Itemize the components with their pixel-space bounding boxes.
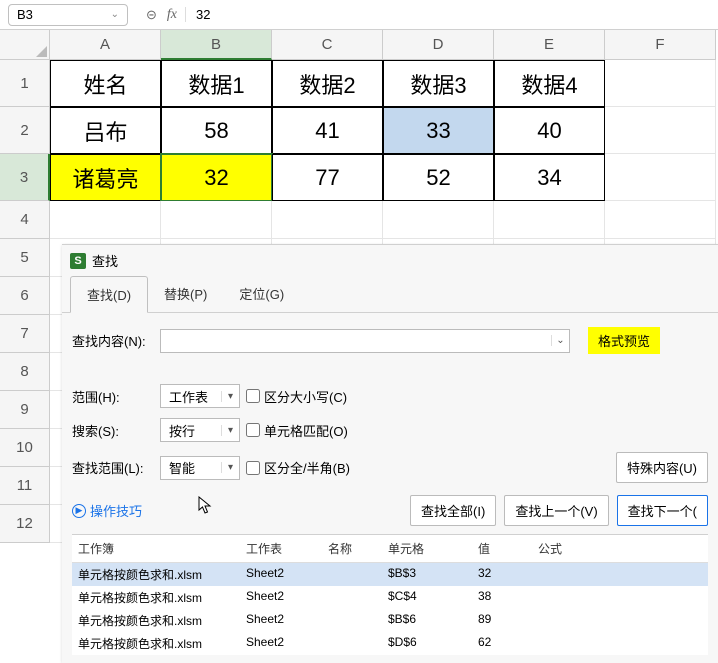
find-dialog: S 查找 查找(D)替换(P)定位(G) 查找内容(N): ⌄ 格式预览 范围(… <box>62 244 718 663</box>
chevron-down-icon: ▾ <box>221 425 239 436</box>
row-header[interactable]: 9 <box>0 391 50 429</box>
row-header[interactable]: 11 <box>0 467 50 505</box>
results-table: 工作簿 工作表 名称 单元格 值 公式 单元格按颜色求和.xlsmSheet2$… <box>72 534 708 655</box>
cell[interactable]: 吕布 <box>50 107 161 154</box>
row-header[interactable]: 7 <box>0 315 50 353</box>
cell-reference: B3 <box>17 7 33 22</box>
select-all-corner[interactable] <box>0 30 50 60</box>
dialog-tab[interactable]: 查找(D) <box>70 276 148 313</box>
cell[interactable]: 40 <box>494 107 605 154</box>
find-content-label: 查找内容(N): <box>72 331 154 350</box>
cell[interactable] <box>605 154 716 201</box>
format-preview[interactable]: 格式预览 <box>588 327 660 354</box>
cell[interactable] <box>605 107 716 154</box>
cell[interactable] <box>494 201 605 239</box>
cell[interactable] <box>383 201 494 239</box>
find-prev-button[interactable]: 查找上一个(V) <box>504 495 608 526</box>
dialog-tab[interactable]: 替换(P) <box>148 276 223 312</box>
lookin-select[interactable]: 智能▾ <box>160 456 240 480</box>
search-label: 搜索(S): <box>72 421 154 440</box>
row-header[interactable]: 12 <box>0 505 50 543</box>
app-icon: S <box>70 253 86 269</box>
cell[interactable]: 77 <box>272 154 383 201</box>
find-content-input[interactable]: ⌄ <box>160 329 570 353</box>
formula-tools: ⊝ fx <box>136 7 177 23</box>
result-row[interactable]: 单元格按颜色求和.xlsmSheet2$C$438 <box>72 586 708 609</box>
cell[interactable] <box>161 201 272 239</box>
result-row[interactable]: 单元格按颜色求和.xlsmSheet2$D$662 <box>72 632 708 655</box>
column-header[interactable]: E <box>494 30 605 60</box>
formula-value[interactable]: 32 <box>185 7 210 22</box>
cell[interactable]: 34 <box>494 154 605 201</box>
cell[interactable]: 33 <box>383 107 494 154</box>
cell[interactable]: 41 <box>272 107 383 154</box>
result-row[interactable]: 单元格按颜色求和.xlsmSheet2$B$689 <box>72 609 708 632</box>
match-case-checkbox[interactable]: 区分大小写(C) <box>246 387 347 406</box>
results-header: 工作簿 工作表 名称 单元格 值 公式 <box>72 535 708 563</box>
find-all-button[interactable]: 查找全部(I) <box>410 495 496 526</box>
row-header[interactable]: 5 <box>0 239 50 277</box>
chevron-down-icon[interactable]: ⌄ <box>111 9 119 20</box>
row-header[interactable]: 3 <box>0 154 50 201</box>
match-width-checkbox[interactable]: 区分全/半角(B) <box>246 458 350 477</box>
tips-link[interactable]: ▶ 操作技巧 <box>72 493 142 528</box>
column-header[interactable]: A <box>50 30 161 60</box>
cell[interactable]: 58 <box>161 107 272 154</box>
dialog-title: 查找 <box>92 251 118 270</box>
cell[interactable]: 数据2 <box>272 60 383 107</box>
special-content-button[interactable]: 特殊内容(U) <box>616 452 708 483</box>
chevron-down-icon: ▾ <box>221 462 239 473</box>
cell[interactable] <box>50 201 161 239</box>
dialog-tabs: 查找(D)替换(P)定位(G) <box>62 276 718 313</box>
cell[interactable]: 52 <box>383 154 494 201</box>
chevron-down-icon[interactable]: ⌄ <box>551 335 569 346</box>
cell[interactable] <box>605 60 716 107</box>
fx-icon[interactable]: fx <box>167 7 177 23</box>
lookin-label: 查找范围(L): <box>72 458 154 477</box>
column-header[interactable]: F <box>605 30 716 60</box>
cell[interactable]: 数据4 <box>494 60 605 107</box>
result-row[interactable]: 单元格按颜色求和.xlsmSheet2$B$332 <box>72 563 708 586</box>
cell[interactable]: 数据1 <box>161 60 272 107</box>
scope-label: 范围(H): <box>72 387 154 406</box>
zoom-icon[interactable]: ⊝ <box>146 7 157 23</box>
cell[interactable] <box>605 201 716 239</box>
row-header[interactable]: 6 <box>0 277 50 315</box>
row-header[interactable]: 2 <box>0 107 50 154</box>
formula-bar: B3 ⌄ ⊝ fx 32 <box>0 0 718 30</box>
cell[interactable]: 32 <box>161 154 272 201</box>
find-next-button[interactable]: 查找下一个( <box>617 495 708 526</box>
scope-select[interactable]: 工作表▾ <box>160 384 240 408</box>
cell[interactable]: 诸葛亮 <box>50 154 161 201</box>
match-cell-checkbox[interactable]: 单元格匹配(O) <box>246 421 348 440</box>
row-header[interactable]: 1 <box>0 60 50 107</box>
cell-reference-box[interactable]: B3 ⌄ <box>8 4 128 26</box>
dialog-tab[interactable]: 定位(G) <box>223 276 300 312</box>
cell[interactable]: 数据3 <box>383 60 494 107</box>
row-header[interactable]: 10 <box>0 429 50 467</box>
play-icon: ▶ <box>72 504 86 518</box>
search-direction-select[interactable]: 按行▾ <box>160 418 240 442</box>
chevron-down-icon: ▾ <box>221 391 239 402</box>
column-header[interactable]: C <box>272 30 383 60</box>
cell[interactable]: 姓名 <box>50 60 161 107</box>
row-header[interactable]: 4 <box>0 201 50 239</box>
row-header[interactable]: 8 <box>0 353 50 391</box>
column-header[interactable]: B <box>161 30 272 60</box>
cell[interactable] <box>272 201 383 239</box>
column-header[interactable]: D <box>383 30 494 60</box>
